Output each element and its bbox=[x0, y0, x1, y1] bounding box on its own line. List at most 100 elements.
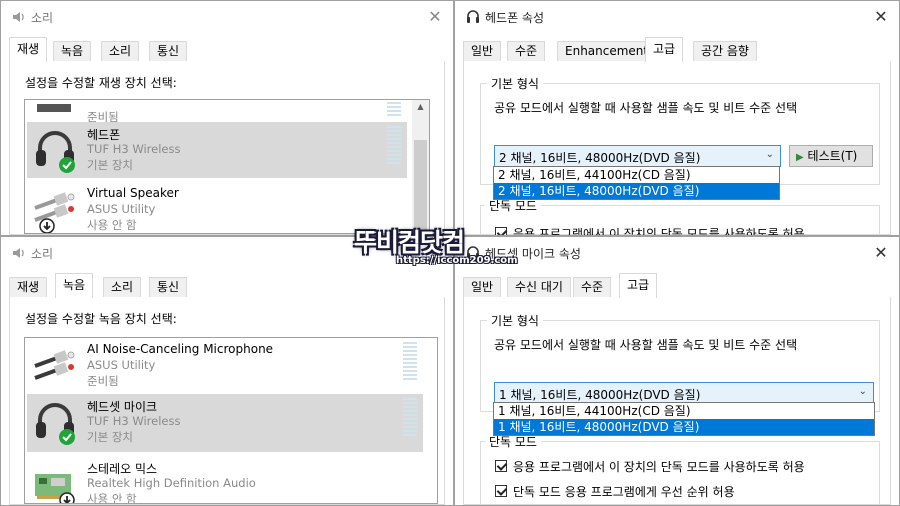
checkbox-label: 응용 프로그램에서 이 장치의 단독 모드를 사용하도록 허용 bbox=[513, 227, 805, 236]
test-button[interactable]: ▶ 테스트(T) bbox=[789, 145, 873, 167]
check-badge bbox=[59, 157, 75, 173]
headset-icon bbox=[36, 403, 75, 445]
close-icon[interactable]: ✕ bbox=[869, 241, 893, 265]
device-sub: TUF H3 Wireless bbox=[87, 142, 181, 156]
device-list[interactable]: 준비됨 헤드폰 TUF H3 Wireless 기본 장치 Virtual Sp… bbox=[24, 99, 430, 234]
speaker-icon bbox=[13, 248, 24, 258]
checkbox-checked-icon bbox=[495, 460, 507, 472]
device-list[interactable]: AI Noise-Canceling Microphone ASUS Utili… bbox=[24, 337, 438, 504]
tab-playback[interactable]: 재생 bbox=[9, 277, 48, 297]
tab-general[interactable]: 일반 bbox=[463, 277, 502, 297]
tab-bar: 재생 녹음 소리 통신 bbox=[9, 37, 445, 62]
default-format-group: 기본 형식 공유 모드에서 실행할 때 사용할 샘플 속도 및 비트 수준 선택… bbox=[480, 312, 880, 412]
format-select-value: 2 채널, 16비트, 48000Hz(DVD 음질) bbox=[499, 151, 701, 165]
level-meter bbox=[403, 342, 417, 382]
checkbox-label: 단독 모드 응용 프로그램에게 우선 순위 허용 bbox=[513, 485, 735, 499]
format-dropdown-list[interactable]: 1 채널, 16비트, 44100Hz(CD 음질) 1 채널, 16비트, 4… bbox=[493, 402, 875, 436]
scrollbar[interactable]: ▲ bbox=[412, 100, 429, 233]
chevron-down-icon: ⌄ bbox=[765, 149, 774, 160]
mic-properties-window: 헤드셋 마이크 속성 ✕ 일반 수신 대기 수준 고급 기본 형식 공유 모드에… bbox=[454, 236, 900, 506]
format-select[interactable]: 2 채널, 16비트, 48000Hz(DVD 음질) ⌄ bbox=[494, 145, 781, 167]
audio-cable-icon bbox=[34, 192, 75, 233]
device-name: Virtual Speaker bbox=[87, 186, 179, 200]
tab-general[interactable]: 일반 bbox=[463, 41, 502, 61]
format-option-highlighted[interactable]: 2 채널, 16비트, 48000Hz(DVD 음질) bbox=[494, 183, 779, 199]
device-name: 헤드폰 bbox=[87, 128, 121, 142]
exclusive-mode-group: 단독 모드 응용 프로그램에서 이 장치의 단독 모드를 사용하도록 허용 bbox=[480, 197, 880, 236]
title-bar[interactable]: 소리 ✕ bbox=[1, 1, 453, 33]
list-item[interactable]: 스테레오 믹스 Realtek High Definition Audio 사용… bbox=[27, 456, 423, 504]
exclusive-mode-group: 단독 모드 응용 프로그램에서 이 장치의 단독 모드를 사용하도록 허용 단독… bbox=[480, 433, 880, 505]
chevron-down-icon: ⌄ bbox=[858, 386, 867, 397]
headphone-properties-window: 헤드폰 속성 ✕ 일반 수준 Enhancements 고급 공간 음향 기본 … bbox=[454, 0, 900, 236]
format-select[interactable]: 1 채널, 16비트, 48000Hz(DVD 음질) ⌄ bbox=[494, 382, 874, 404]
sound-playback-window: 소리 ✕ 재생 녹음 소리 통신 설정을 수정할 재생 장치 선택: 준비됨 헤… bbox=[0, 0, 454, 236]
device-sub: ASUS Utility bbox=[87, 358, 156, 372]
tab-spatial-sound[interactable]: 공간 음향 bbox=[693, 41, 757, 61]
list-item-selected[interactable]: 헤드폰 TUF H3 Wireless 기본 장치 bbox=[27, 122, 407, 178]
title-bar[interactable]: 헤드폰 속성 ✕ bbox=[455, 1, 899, 33]
checkbox-label: 응용 프로그램에서 이 장치의 단독 모드를 사용하도록 허용 bbox=[513, 460, 805, 474]
speaker-icon bbox=[13, 12, 24, 22]
format-select-value: 1 채널, 16비트, 48000Hz(DVD 음질) bbox=[499, 388, 701, 402]
format-description: 공유 모드에서 실행할 때 사용할 샘플 속도 및 비트 수준 선택 bbox=[494, 338, 798, 352]
device-name: AI Noise-Canceling Microphone bbox=[87, 342, 274, 356]
tab-recording[interactable]: 녹음 bbox=[55, 273, 94, 298]
tab-communications[interactable]: 통신 bbox=[149, 41, 188, 61]
play-icon: ▶ bbox=[796, 152, 804, 163]
device-sub: Realtek High Definition Audio bbox=[87, 476, 256, 490]
tab-panel: 설정을 수정할 녹음 장치 선택: AI Noise-Canceling Mic… bbox=[9, 297, 445, 505]
tab-bar: 재생 녹음 소리 통신 bbox=[9, 273, 445, 298]
sound-card-icon bbox=[35, 474, 75, 503]
window-title: 소리 bbox=[31, 247, 54, 261]
test-button-label: 테스트(T) bbox=[807, 149, 858, 163]
format-dropdown-list[interactable]: 2 채널, 16비트, 44100Hz(CD 음질) 2 채널, 16비트, 4… bbox=[493, 166, 780, 200]
format-option[interactable]: 1 채널, 16비트, 44100Hz(CD 음질) bbox=[494, 403, 874, 419]
tab-panel: 설정을 수정할 재생 장치 선택: 준비됨 헤드폰 TUF H3 Wireles… bbox=[9, 61, 445, 235]
tab-levels[interactable]: 수준 bbox=[507, 41, 546, 61]
level-meter bbox=[387, 126, 401, 166]
close-icon[interactable]: ✕ bbox=[423, 5, 447, 29]
window-title: 소리 bbox=[31, 11, 54, 25]
tab-bar: 일반 수준 Enhancements 고급 공간 음향 bbox=[463, 37, 891, 62]
group-title: 기본 형식 bbox=[487, 312, 543, 329]
tab-recording[interactable]: 녹음 bbox=[53, 41, 92, 61]
device-status: 준비됨 bbox=[87, 374, 119, 388]
tab-panel: 기본 형식 공유 모드에서 실행할 때 사용할 샘플 속도 및 비트 수준 선택… bbox=[463, 297, 891, 505]
tab-bar: 일반 수신 대기 수준 고급 bbox=[463, 273, 891, 298]
device-status: 기본 장치 bbox=[87, 158, 133, 172]
device-name: 헤드셋 마이크 bbox=[87, 400, 158, 414]
format-option-highlighted[interactable]: 1 채널, 16비트, 48000Hz(DVD 음질) bbox=[494, 419, 874, 435]
level-meter bbox=[403, 398, 417, 438]
tab-sounds[interactable]: 소리 bbox=[103, 277, 142, 297]
tab-communications[interactable]: 통신 bbox=[149, 277, 188, 297]
tab-levels[interactable]: 수준 bbox=[573, 277, 612, 297]
tab-panel: 기본 형식 공유 모드에서 실행할 때 사용할 샘플 속도 및 비트 수준 선택… bbox=[463, 61, 891, 235]
tab-playback[interactable]: 재생 bbox=[9, 37, 48, 62]
format-description: 공유 모드에서 실행할 때 사용할 샘플 속도 및 비트 수준 선택 bbox=[494, 101, 798, 115]
window-title: 헤드폰 속성 bbox=[485, 11, 545, 25]
tab-listen[interactable]: 수신 대기 bbox=[507, 277, 571, 297]
format-option[interactable]: 2 채널, 16비트, 44100Hz(CD 음질) bbox=[494, 167, 779, 183]
device-sub: ASUS Utility bbox=[87, 202, 156, 216]
close-icon[interactable]: ✕ bbox=[869, 5, 893, 29]
check-badge bbox=[59, 429, 75, 445]
device-status: 기본 장치 bbox=[87, 430, 133, 444]
tab-sounds[interactable]: 소리 bbox=[101, 41, 140, 61]
checkbox-checked-icon bbox=[495, 485, 507, 497]
headset-icon bbox=[36, 131, 75, 173]
device-prompt: 설정을 수정할 녹음 장치 선택: bbox=[25, 312, 177, 326]
headset-icon bbox=[467, 10, 479, 23]
sound-recording-window: 소리 ✕ 재생 녹음 소리 통신 설정을 수정할 녹음 장치 선택: AI No… bbox=[0, 236, 454, 506]
scroll-thumb[interactable] bbox=[414, 140, 427, 230]
tab-advanced[interactable]: 고급 bbox=[645, 37, 684, 62]
device-name: 스테레오 믹스 bbox=[87, 462, 158, 476]
watermark-url: https://iccom209.com bbox=[396, 255, 518, 266]
list-item[interactable]: AI Noise-Canceling Microphone ASUS Utili… bbox=[27, 338, 423, 394]
device-status: 사용 안 함 bbox=[87, 218, 137, 232]
tab-advanced[interactable]: 고급 bbox=[619, 273, 658, 298]
list-item-selected[interactable]: 헤드셋 마이크 TUF H3 Wireless 기본 장치 bbox=[27, 394, 423, 452]
level-meter bbox=[387, 100, 401, 118]
scroll-up-icon[interactable]: ▲ bbox=[412, 100, 429, 114]
device-status: 사용 안 함 bbox=[87, 492, 137, 504]
